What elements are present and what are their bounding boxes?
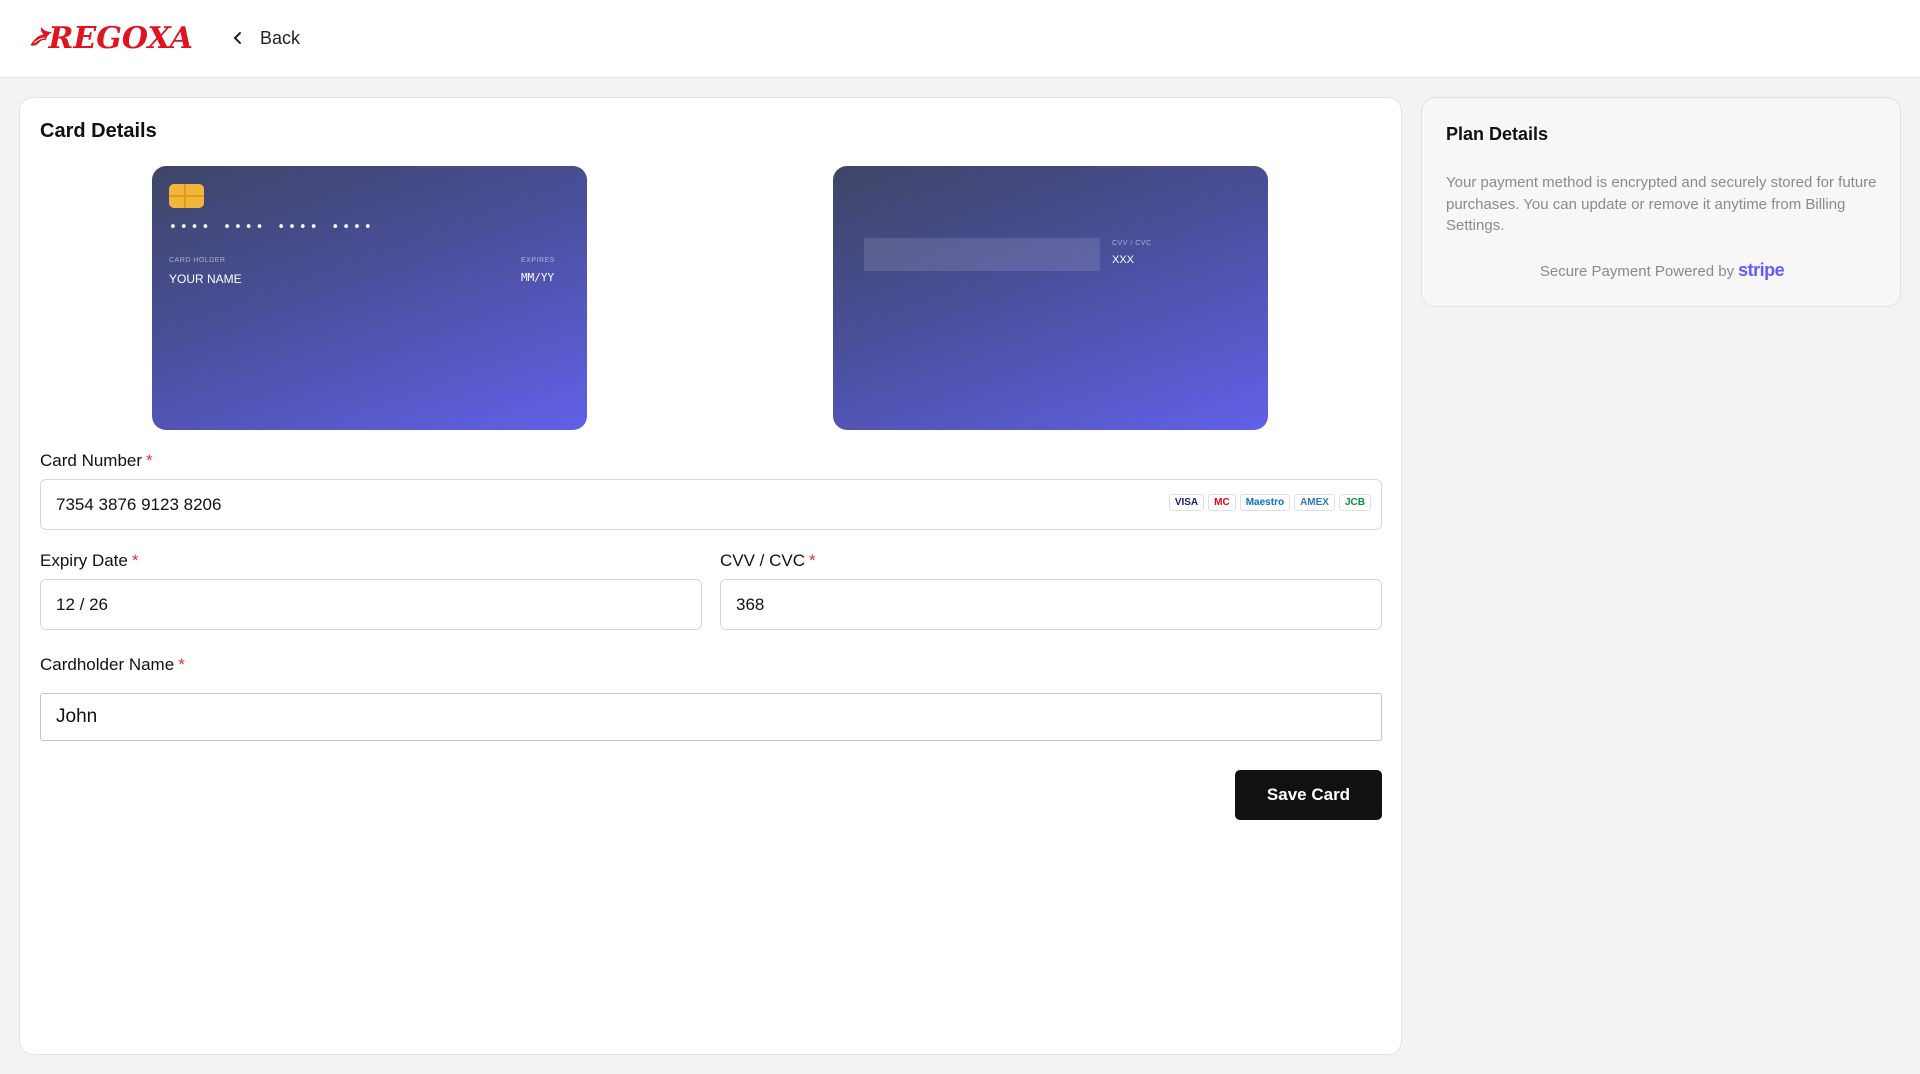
card-holder-label: CARD HOLDER [169,257,226,264]
top-bar: REGOXA Back [0,0,1920,78]
visa-icon: VISA [1168,494,1205,511]
back-label: Back [260,27,301,48]
card-number-input[interactable]: 7354 3876 9123 8206 VISA MC Maestro AMEX… [40,479,1382,530]
card-number-value: 7354 3876 9123 8206 [56,494,222,514]
expiry-label: Expiry Date * [40,551,139,570]
card-cvv-value: XXX [1112,254,1135,266]
powered-text: Secure Payment Powered by [1539,263,1735,280]
amex-icon: AMEX [1294,494,1335,511]
logo-text: REGOXA [48,20,193,56]
stripe-logo: stripe [1738,260,1785,280]
card-front-preview: •••• •••• •••• •••• CARD HOLDER YOUR NAM… [152,166,587,430]
maestro-icon: Maestro [1239,494,1291,511]
card-number-label: Card Number * [40,451,153,470]
back-button[interactable]: Back [230,24,300,52]
card-number-mask: •••• •••• •••• •••• [169,220,375,235]
card-holder-value: YOUR NAME [169,272,242,286]
cvv-value: 368 [736,594,765,614]
mastercard-icon: MC [1208,494,1236,511]
cvv-label: CVV / CVC * [720,551,816,570]
cvv-input[interactable]: 368 [720,579,1382,630]
cardholder-value: John [56,706,98,727]
card-chip-icon [169,184,204,208]
regoxa-logo[interactable]: REGOXA [28,14,193,62]
card-brand-list: VISA MC Maestro AMEX JCB [1168,494,1371,511]
required-mark: * [809,551,816,570]
required-mark: * [146,451,153,470]
plan-title: Plan Details [1446,124,1549,144]
card-expires-label: EXPIRES [521,257,555,264]
save-card-button[interactable]: Save Card [1235,770,1382,820]
card-expires-value: MM/YY [521,271,555,284]
expiry-value: 12 / 26 [56,594,108,614]
powered-by: Secure Payment Powered by stripe [1422,260,1902,281]
cardholder-label: Cardholder Name * [40,655,185,674]
expiry-input[interactable]: 12 / 26 [40,579,702,630]
signature-strip [864,238,1100,271]
section-title: Card Details [40,120,157,142]
jcb-icon: JCB [1338,494,1371,511]
required-mark: * [131,551,139,570]
plan-details-panel: Plan Details Your payment method is encr… [1421,97,1901,307]
chevron-left-icon [234,32,241,44]
card-details-panel: Card Details •••• •••• •••• •••• CARD HO… [19,97,1402,1055]
cardholder-input[interactable]: John [40,693,1382,741]
required-mark: * [178,655,185,674]
card-back-preview: CVV / CVC XXX [833,166,1268,430]
plan-description: Your payment method is encrypted and sec… [1446,174,1877,234]
card-cvv-label: CVV / CVC [1112,240,1152,247]
